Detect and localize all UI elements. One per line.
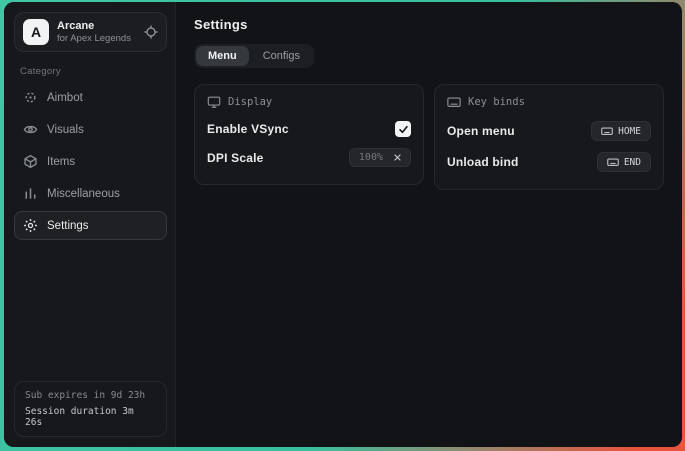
sidebar-item-label: Aimbot	[47, 92, 83, 104]
open-menu-key: HOME	[618, 126, 641, 137]
sidebar-item-aimbot[interactable]: Aimbot	[14, 83, 167, 112]
sidebar-item-miscellaneous[interactable]: Miscellaneous	[14, 179, 167, 208]
display-card: Display Enable VSync DPI Scale 100%	[194, 84, 424, 185]
sidebar: A Arcane for Apex Legends Category	[4, 2, 176, 447]
check-icon	[398, 124, 409, 135]
app-name: Arcane	[57, 20, 131, 32]
keybinds-card-header: Key binds	[447, 95, 651, 109]
sidebar-item-label: Visuals	[47, 124, 84, 136]
brand-text: Arcane for Apex Legends	[57, 20, 131, 44]
sidebar-item-label: Settings	[47, 220, 89, 232]
open-menu-label: Open menu	[447, 124, 515, 138]
dpi-value[interactable]: 100%	[350, 149, 387, 166]
tab-group: Menu Configs	[194, 44, 314, 68]
app-subtitle: for Apex Legends	[57, 33, 131, 44]
eye-icon	[23, 122, 38, 137]
cube-icon	[23, 154, 38, 169]
vsync-label: Enable VSync	[207, 122, 289, 136]
vsync-row: Enable VSync	[207, 115, 411, 142]
keyboard-icon	[447, 95, 461, 109]
keybinds-card: Key binds Open menu HOME	[434, 84, 664, 190]
unload-bind-label: Unload bind	[447, 155, 519, 169]
brand-card: A Arcane for Apex Legends	[14, 12, 167, 52]
keyboard-icon	[607, 156, 619, 168]
sub-expires-text: Sub expires in 9d 23h	[25, 390, 156, 401]
category-label: Category	[20, 66, 161, 77]
open-menu-keybind-button[interactable]: HOME	[591, 121, 651, 141]
vsync-checkbox[interactable]	[395, 121, 411, 137]
sidebar-nav: Aimbot Visuals	[14, 83, 167, 240]
unload-bind-row: Unload bind END	[447, 146, 651, 177]
session-duration-text: Session duration 3m 26s	[25, 406, 156, 428]
app-window: A Arcane for Apex Legends Category	[4, 2, 682, 447]
tab-menu[interactable]: Menu	[196, 46, 249, 66]
app-logo: A	[23, 19, 49, 45]
crosshair-icon[interactable]	[144, 25, 158, 39]
monitor-icon	[207, 95, 221, 109]
sidebar-item-label: Miscellaneous	[47, 188, 120, 200]
dpi-row: DPI Scale 100%	[207, 142, 411, 172]
settings-cards: Display Enable VSync DPI Scale 100%	[194, 84, 664, 190]
page-title: Settings	[194, 17, 664, 32]
tab-configs[interactable]: Configs	[251, 46, 312, 66]
dpi-scale-input[interactable]: 100%	[349, 148, 411, 167]
display-card-title: Display	[228, 96, 272, 108]
subscription-status-box: Sub expires in 9d 23h Session duration 3…	[14, 381, 167, 437]
keyboard-icon	[601, 125, 613, 137]
gear-icon	[23, 218, 38, 233]
unload-key: END	[624, 157, 641, 168]
unload-keybind-button[interactable]: END	[597, 152, 651, 172]
dpi-label: DPI Scale	[207, 151, 264, 165]
crosshair-icon	[23, 90, 38, 105]
sidebar-item-items[interactable]: Items	[14, 147, 167, 176]
bars-icon	[23, 186, 38, 201]
sidebar-item-label: Items	[47, 156, 75, 168]
main-content: Settings Menu Configs Display	[176, 2, 682, 447]
clear-icon[interactable]	[387, 150, 410, 165]
open-menu-row: Open menu HOME	[447, 115, 651, 146]
display-card-header: Display	[207, 95, 411, 109]
sidebar-item-settings[interactable]: Settings	[14, 211, 167, 240]
sidebar-item-visuals[interactable]: Visuals	[14, 115, 167, 144]
keybinds-card-title: Key binds	[468, 96, 525, 108]
